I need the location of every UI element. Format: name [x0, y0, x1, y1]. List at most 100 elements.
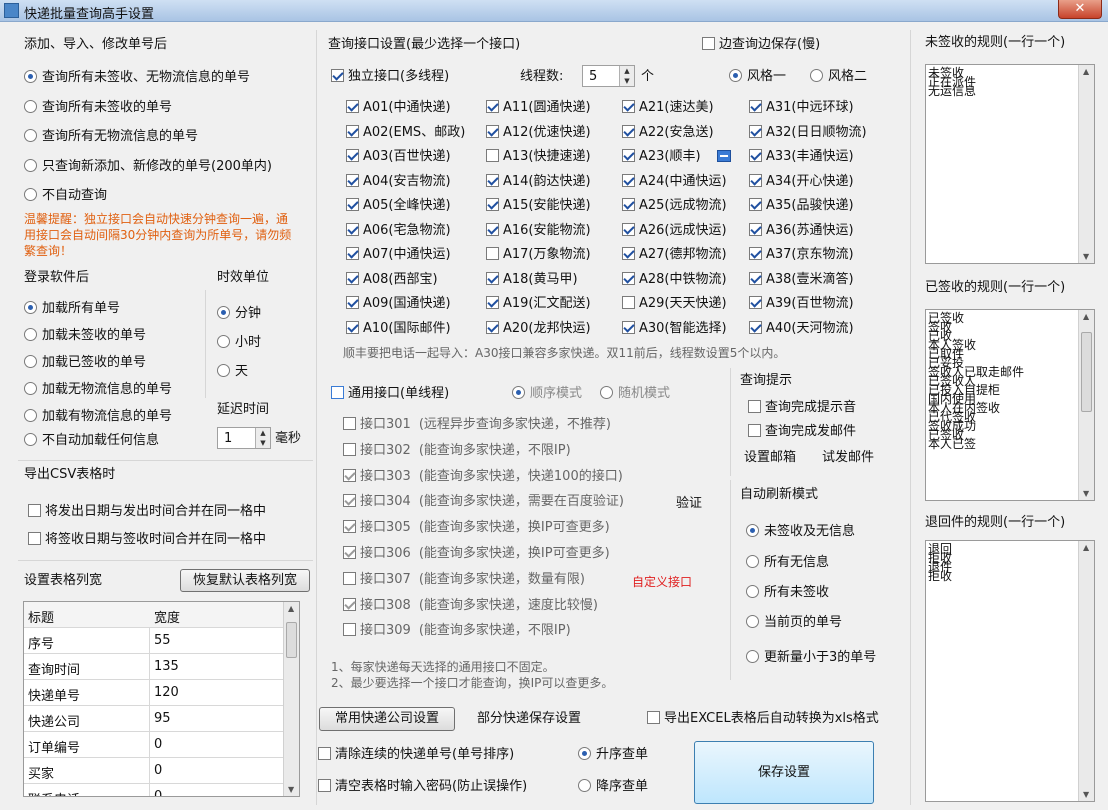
- scroll-up-icon[interactable]: ▲: [288, 604, 294, 613]
- returned-rules-input[interactable]: 退回 拒收 退件 拒收 ▲ ▼: [925, 540, 1095, 802]
- api-option-4-4[interactable]: A34(开心快递): [749, 173, 854, 190]
- verify-link[interactable]: 验证: [676, 496, 702, 512]
- close-button[interactable]: ✕: [1058, 0, 1102, 19]
- api-option-4-2[interactable]: A14(韵达快递): [486, 173, 591, 190]
- unit-hour[interactable]: 小时: [217, 335, 261, 351]
- api-option-6-1[interactable]: A06(宅急物流): [346, 222, 451, 239]
- api-option-5-4[interactable]: A35(品骏快递): [749, 198, 854, 214]
- csv-merge-send[interactable]: 将发出日期与发出时间合并在同一格中: [28, 504, 266, 520]
- table-row[interactable]: 联系电话0: [24, 784, 284, 796]
- api-option-8-3[interactable]: A28(中铁物流): [622, 271, 727, 288]
- api-option-10-4[interactable]: A40(天河物流): [749, 320, 854, 337]
- api-option-1-2[interactable]: A11(圆通快递): [486, 100, 591, 116]
- api-option-8-2[interactable]: A18(黄马甲): [486, 271, 578, 288]
- api-option-10-2[interactable]: A20(龙邦快运): [486, 320, 591, 337]
- table-row[interactable]: 序号 55: [24, 628, 284, 654]
- api-option-2-4[interactable]: A32(日日顺物流): [749, 124, 867, 141]
- startup-option-1[interactable]: 加载所有单号: [24, 301, 120, 317]
- refresh-option-3[interactable]: 所有未签收: [746, 585, 829, 601]
- api-option-4-3[interactable]: A24(中通快运): [622, 173, 727, 190]
- general-api-item[interactable]: 接口306 (能查询多家快递，换IP可查更多): [343, 546, 610, 562]
- api-option-10-1[interactable]: A10(国际邮件): [346, 320, 451, 337]
- stepper-arrows-icon[interactable]: ▲ ▼: [255, 428, 270, 448]
- scrollbar[interactable]: ▲ ▼: [1078, 541, 1094, 801]
- table-row[interactable]: 订单编号 0: [24, 732, 284, 758]
- unit-day[interactable]: 天: [217, 364, 248, 380]
- refresh-option-5[interactable]: 更新量小于3的单号: [746, 650, 876, 666]
- custom-api-link[interactable]: 自定义接口: [632, 573, 692, 590]
- general-api-item[interactable]: 接口308 (能查询多家快递，速度比较慢): [343, 597, 598, 614]
- setup-mail-link[interactable]: 设置邮箱: [744, 450, 796, 466]
- signed-rules-input[interactable]: 已签收 签收 已收 本人签收 已取件 已妥投 签收人已取走邮件 已签收人 已投入自提柜 国内使用本…: [925, 309, 1095, 501]
- partial-courier-link[interactable]: 部分快递保存设置: [477, 711, 581, 727]
- api-option-3-4[interactable]: A33(丰通快运): [749, 149, 854, 165]
- refresh-option-4[interactable]: 当前页的单号: [746, 615, 842, 631]
- general-api-item[interactable]: 接口301 (远程异步查询多家快递，不推荐): [343, 417, 611, 433]
- descending-query[interactable]: 降序查单: [578, 779, 648, 795]
- api-option-1-4[interactable]: A31(中远环球): [749, 100, 854, 116]
- api-option-5-1[interactable]: A05(全峰快递): [346, 198, 451, 214]
- add-option-4[interactable]: 只查询新添加、新修改的单号(200单内): [24, 159, 272, 175]
- add-option-2[interactable]: 查询所有未签收的单号: [24, 100, 172, 116]
- api-option-10-3[interactable]: A30(智能选择): [622, 320, 727, 337]
- refresh-option-2[interactable]: 所有无信息: [746, 555, 829, 571]
- scroll-up-icon[interactable]: ▲: [1083, 312, 1089, 321]
- general-api-item[interactable]: 接口307 (能查询多家快递，数量有限): [343, 571, 585, 588]
- general-api-item[interactable]: 接口305 (能查询多家快递，换IP可查更多): [343, 520, 610, 536]
- api-option-8-1[interactable]: A08(西部宝): [346, 271, 438, 288]
- refresh-option-1[interactable]: 未签收及无信息: [746, 524, 855, 540]
- api-option-7-1[interactable]: A07(中通快运): [346, 247, 451, 263]
- scroll-down-icon[interactable]: ▼: [1083, 252, 1089, 261]
- add-option-1[interactable]: 查询所有未签收、无物流信息的单号: [24, 70, 250, 86]
- api-option-2-3[interactable]: A22(安急送): [622, 124, 714, 141]
- startup-option-3[interactable]: 加载已签收的单号: [24, 355, 146, 371]
- unsigned-rules-input[interactable]: 未签收 正在派件 无运信息 ▲ ▼: [925, 64, 1095, 264]
- table-scrollbar[interactable]: ▲ ▼: [283, 602, 299, 796]
- scrollbar[interactable]: ▲ ▼: [1078, 65, 1094, 263]
- column-width-table[interactable]: 标题 宽度 序号 55 查询时间 135 快递单号 120 快递公司 95 订单编号 0 买…: [23, 601, 300, 797]
- api-option-6-2[interactable]: A16(安能物流): [486, 222, 591, 239]
- ascending-query[interactable]: 升序查单: [578, 747, 648, 763]
- api-option-9-1[interactable]: A09(国通快递): [346, 296, 451, 312]
- general-api-item[interactable]: 接口303 (能查询多家快递，快递100的接口): [343, 468, 623, 485]
- sequential-mode[interactable]: 顺序模式: [512, 386, 582, 402]
- general-api-item[interactable]: 接口309 (能查询多家快递，不限IP): [343, 623, 571, 639]
- scroll-up-icon[interactable]: ▲: [1083, 67, 1089, 76]
- startup-option-5[interactable]: 加载有物流信息的单号: [24, 409, 172, 425]
- api-option-9-3[interactable]: A29(天天快递): [622, 296, 727, 312]
- scroll-thumb[interactable]: [1081, 332, 1092, 412]
- api-option-6-4[interactable]: A36(苏通快运): [749, 222, 854, 239]
- common-courier-button[interactable]: 常用快递公司设置: [319, 707, 455, 731]
- api-option-9-2[interactable]: A19(汇文配送): [486, 296, 591, 312]
- delay-stepper[interactable]: 1 ▲ ▼: [217, 427, 271, 449]
- stepper-arrows-icon[interactable]: ▲ ▼: [619, 66, 634, 86]
- save-while-query[interactable]: 边查询边保存(慢): [702, 37, 820, 53]
- general-api[interactable]: 通用接口(单线程): [331, 386, 449, 402]
- scroll-down-icon[interactable]: ▼: [1083, 489, 1089, 498]
- api-option-5-3[interactable]: A25(远成物流): [622, 198, 727, 214]
- send-test-mail-link[interactable]: 试发邮件: [822, 450, 874, 466]
- add-option-5[interactable]: 不自动查询: [24, 188, 107, 204]
- api-option-2-1[interactable]: A02(EMS、邮政): [346, 124, 465, 141]
- edit-icon[interactable]: [717, 150, 731, 162]
- api-option-3-1[interactable]: A03(百世快递): [346, 149, 451, 165]
- threads-stepper[interactable]: 5 ▲ ▼: [582, 65, 635, 87]
- api-option-7-3[interactable]: A27(德邦物流): [622, 247, 727, 263]
- startup-option-2[interactable]: 加载未签收的单号: [24, 328, 146, 344]
- style-two[interactable]: 风格二: [810, 69, 867, 85]
- api-option-8-4[interactable]: A38(壹米滴答): [749, 271, 854, 288]
- scroll-down-icon[interactable]: ▼: [1083, 790, 1089, 799]
- general-api-item[interactable]: 接口304 (能查询多家快递，需要在百度验证): [343, 494, 624, 510]
- api-option-3-3[interactable]: A23(顺丰): [622, 149, 701, 165]
- reset-columns-button[interactable]: 恢复默认表格列宽: [180, 569, 310, 592]
- unit-minute[interactable]: 分钟: [217, 306, 261, 322]
- table-row[interactable]: 买家 0: [24, 758, 284, 784]
- api-option-3-2[interactable]: A13(快捷速递): [486, 149, 591, 165]
- api-option-6-3[interactable]: A26(远成快运): [622, 222, 727, 239]
- add-option-3[interactable]: 查询所有无物流信息的单号: [24, 129, 198, 145]
- table-row[interactable]: 快递单号 120: [24, 680, 284, 706]
- api-option-9-4[interactable]: A39(百世物流): [749, 296, 854, 312]
- general-api-item[interactable]: 接口302 (能查询多家快递，不限IP): [343, 442, 571, 459]
- scrollbar[interactable]: ▲ ▼: [1078, 310, 1094, 500]
- style-one[interactable]: 风格一: [729, 69, 786, 85]
